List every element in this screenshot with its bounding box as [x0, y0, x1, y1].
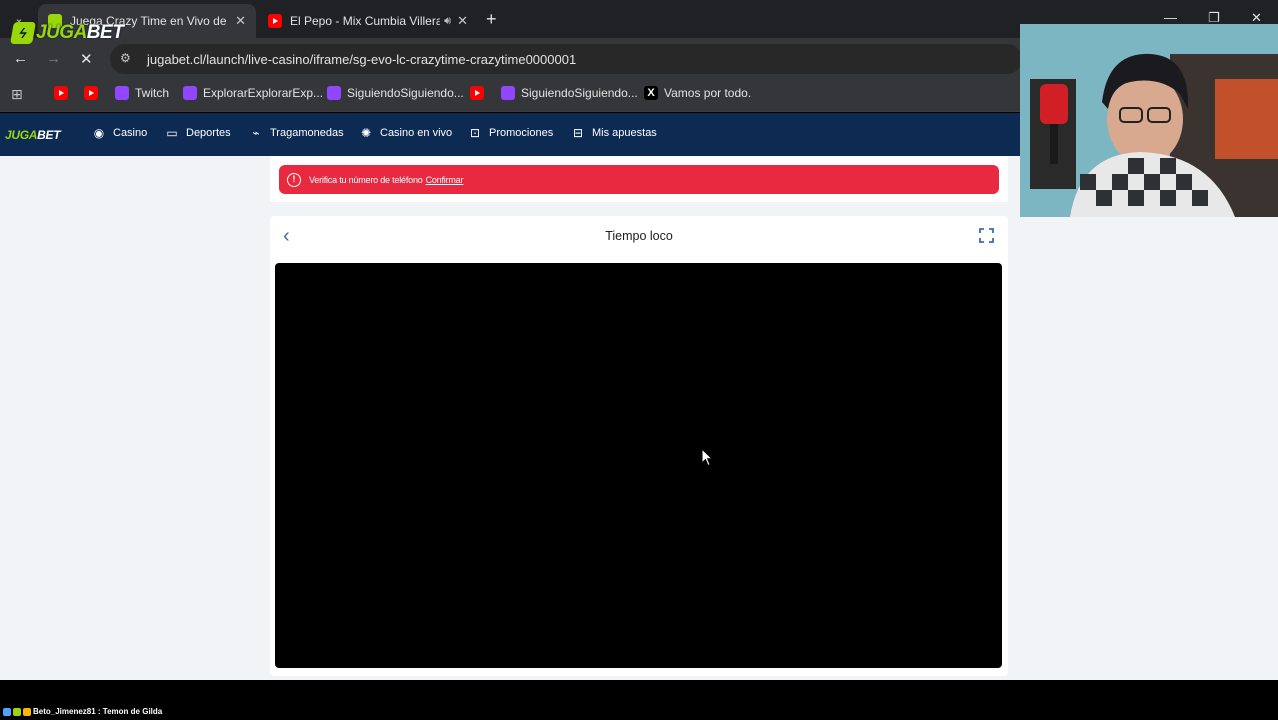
alert-text: Verifica tu número de teléfono: [309, 174, 423, 185]
bookmark-siguiendo-1[interactable]: SiguiendoSiguiendo...: [327, 86, 464, 100]
tab-close-icon[interactable]: ✕: [457, 13, 468, 29]
nav-casino[interactable]: ◉ Casino: [91, 126, 148, 140]
nav-mis-apuestas[interactable]: ⊟ Mis apuestas: [570, 126, 657, 140]
back-arrow-icon[interactable]: ←: [13, 50, 28, 67]
nav-label: Mis apuestas: [592, 127, 657, 139]
casino-chip-icon: ◉: [93, 126, 105, 140]
ticket-icon: ⊟: [572, 126, 584, 140]
bookmark-label: SiguiendoSiguiendo...: [347, 86, 464, 100]
forward-arrow-icon[interactable]: →: [46, 50, 61, 67]
youtube-icon: [54, 86, 68, 100]
site-logo[interactable]: JUGABET: [5, 128, 61, 142]
nav-label: Deportes: [186, 127, 231, 139]
youtube-favicon-icon: [268, 14, 282, 28]
streamer-webcam-image: [1020, 24, 1278, 217]
slot-icon: ⌁: [252, 126, 260, 140]
nav-promociones[interactable]: ⊡ Promociones: [467, 126, 553, 140]
chat-badge-icon: [23, 707, 31, 716]
mouse-cursor-icon: [701, 448, 713, 467]
bookmark-label: Twitch: [135, 86, 170, 100]
nav-label: Casino en vivo: [380, 127, 453, 139]
nav-label: Tragamonedas: [270, 127, 344, 139]
scoreboard-icon: ▭: [166, 126, 178, 140]
game-title: Tiempo loco: [605, 229, 673, 243]
nav-deportes[interactable]: ▭ Deportes: [164, 126, 231, 140]
bookmark-vamos[interactable]: X Vamos por todo.: [644, 86, 751, 100]
nav-casino-en-vivo[interactable]: ✺ Casino en vivo: [358, 126, 452, 140]
live-chip-icon: ✺: [360, 126, 372, 140]
new-tab-button[interactable]: +: [486, 9, 497, 29]
stream-bottom-bar: [0, 680, 1278, 720]
ticker-text: Beto_Jimenez81 : Temon de Gilda: [33, 707, 163, 716]
youtube-icon: [470, 86, 484, 100]
nav-label: Casino: [113, 127, 148, 139]
info-icon: !: [287, 172, 301, 187]
bolt-icon: ϟ: [10, 22, 36, 44]
speaker-icon[interactable]: 🔊︎: [444, 15, 451, 28]
nav-tragamonedas[interactable]: ⌁ Tragamonedas: [248, 126, 344, 140]
twitch-icon: [501, 86, 515, 100]
bookmark-twitch[interactable]: Twitch: [115, 86, 169, 100]
jugabet-overlay-logo: ϟ JUGABET: [10, 22, 124, 44]
chat-ticker: Beto_Jimenez81 : Temon de Gilda: [3, 707, 162, 716]
overlay-logo-suffix: BET: [86, 22, 124, 43]
youtube-icon: [84, 86, 98, 100]
confirm-link[interactable]: Confirmar: [426, 175, 464, 185]
nav-label: Promociones: [489, 127, 554, 139]
tab-el-pepo[interactable]: El Pepo - Mix Cumbia Villera 🔊︎ ✕: [258, 4, 478, 38]
bookmark-label: Vamos por todo.: [664, 86, 752, 100]
chat-badge-icon: [3, 707, 11, 716]
minimize-button[interactable]: —: [1164, 10, 1177, 25]
chat-badge-icon: [13, 707, 21, 716]
fullscreen-icon[interactable]: [979, 228, 994, 243]
site-logo-suffix: BET: [37, 128, 61, 142]
bookmark-youtube-1[interactable]: [54, 86, 74, 100]
bookmark-youtube-2[interactable]: [84, 86, 104, 100]
bookmark-label: SiguiendoSiguiendo...: [521, 86, 638, 100]
x-icon: X: [644, 86, 658, 100]
url-text[interactable]: jugabet.cl/launch/live-casino/iframe/sg-…: [147, 52, 576, 67]
gift-icon: ⊡: [469, 126, 481, 140]
bookmark-siguiendo-2[interactable]: SiguiendoSiguiendo...: [501, 86, 638, 100]
back-chevron-icon[interactable]: ‹: [283, 226, 290, 246]
overlay-logo-prefix: JUGA: [36, 22, 87, 43]
bookmark-label: ExplorarExplorarExp...: [203, 86, 324, 100]
site-logo-prefix: JUGA: [5, 128, 38, 142]
tab-close-icon[interactable]: ✕: [235, 13, 246, 29]
twitch-icon: [327, 86, 341, 100]
phone-verify-alert: ! Verifica tu número de teléfono Confirm…: [279, 165, 999, 194]
tab-title: El Pepo - Mix Cumbia Villera: [290, 14, 441, 28]
bookmark-youtube-3[interactable]: [470, 86, 490, 100]
apps-grid-icon[interactable]: ⊞: [11, 86, 23, 103]
webcam-overlay: [1020, 24, 1278, 217]
page-right-margin: [1020, 217, 1278, 680]
twitch-icon: [115, 86, 129, 100]
site-settings-icon[interactable]: ⚙︎: [120, 51, 131, 65]
stop-loading-icon[interactable]: ✕: [80, 50, 93, 68]
twitch-icon: [183, 86, 197, 100]
bookmark-explorar[interactable]: ExplorarExplorarExp...: [183, 86, 323, 100]
game-iframe[interactable]: [275, 263, 1002, 668]
overlay-logo-text: JUGABET: [36, 22, 124, 44]
